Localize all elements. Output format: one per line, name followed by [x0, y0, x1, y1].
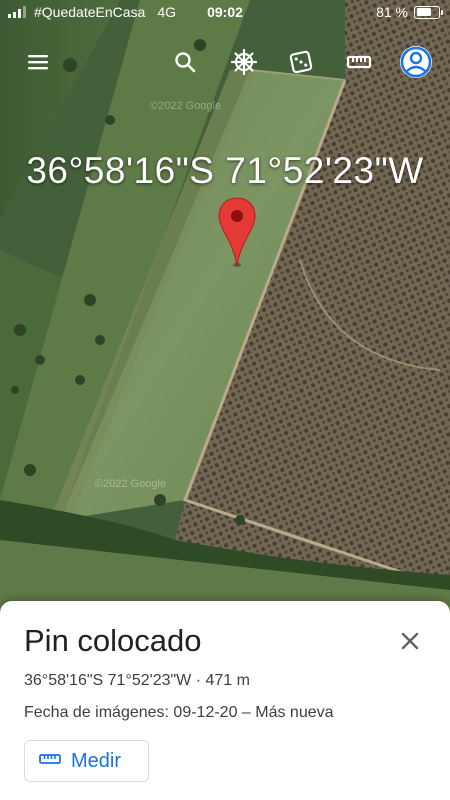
place-info-sheet: Pin colocado 36°58'16"S 71°52'23"W · 471… [0, 601, 450, 800]
battery-icon [414, 5, 443, 19]
location-details: 36°58'16"S 71°52'23"W · 471 m [24, 672, 250, 689]
top-toolbar [0, 40, 450, 88]
measure-button[interactable]: Medir [24, 740, 149, 782]
dice-icon[interactable] [279, 40, 323, 84]
map-watermark: ©2022 Google [95, 478, 167, 490]
search-icon[interactable] [163, 40, 207, 84]
menu-icon[interactable] [16, 40, 60, 84]
ruler-icon[interactable] [337, 40, 381, 84]
map-pin-icon[interactable] [217, 196, 257, 268]
map-watermark: ©2022 Google [150, 100, 222, 112]
measure-label: Medir [71, 749, 122, 772]
battery-percent: 81 % [376, 4, 408, 20]
sheet-title: Pin colocado [24, 623, 202, 658]
ruler-icon [39, 752, 61, 771]
status-bar: #QuedateEnCasa 4G 09:02 81 % [0, 0, 450, 26]
voyager-icon[interactable] [222, 40, 266, 84]
imagery-date: Fecha de imágenes: 09-12-20 – Más nueva [24, 704, 334, 721]
account-icon[interactable] [394, 40, 438, 84]
coordinates-overlay: 36°58'16"S 71°52'23"W [26, 150, 424, 191]
close-icon[interactable] [398, 629, 422, 653]
